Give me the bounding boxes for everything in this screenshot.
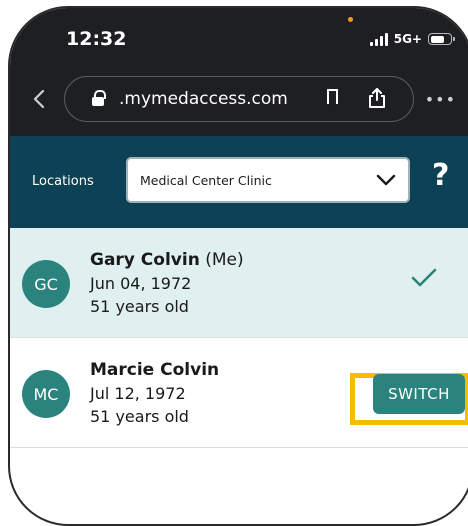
avatar: GC (22, 260, 70, 308)
address-bar[interactable]: .mymedaccess.com (64, 76, 414, 122)
checkmark-icon (411, 268, 437, 287)
lock-icon (91, 90, 107, 108)
privacy-indicator-dot (348, 17, 353, 22)
status-time: 12:32 (66, 28, 127, 50)
battery-icon (428, 33, 455, 45)
chevron-down-icon (376, 174, 396, 186)
phone-frame: 12:32 5G+ .mymedaccess.com ••• Locations… (8, 6, 468, 526)
help-icon[interactable]: ? (432, 158, 449, 193)
profile-age: 51 years old (90, 297, 189, 316)
profile-dob: Jul 12, 1972 (90, 384, 186, 403)
network-label: 5G+ (393, 32, 422, 46)
chevron-left-icon (33, 89, 45, 109)
profile-name: Gary Colvin (Me) (90, 250, 244, 270)
status-icons: 5G+ (369, 32, 455, 46)
profile-name: Marcie Colvin (90, 360, 220, 380)
browser-chrome: 12:32 5G+ .mymedaccess.com ••• (10, 8, 468, 136)
share-icon[interactable] (367, 87, 387, 109)
bookmark-icon[interactable] (327, 89, 338, 106)
profile-age: 51 years old (90, 407, 189, 426)
back-button[interactable] (28, 88, 50, 110)
locations-label: Locations (32, 174, 94, 189)
location-select[interactable]: Medical Center Clinic (126, 157, 410, 203)
url-text: .mymedaccess.com (119, 89, 288, 109)
profile-row: MC Marcie Colvin Jul 12, 1972 51 years o… (10, 338, 468, 448)
profile-row-active: GC Gary Colvin (Me) Jun 04, 1972 51 year… (10, 228, 468, 338)
avatar: MC (22, 370, 70, 418)
ellipsis-icon[interactable]: ••• (425, 90, 456, 109)
switch-button[interactable]: SWITCH (373, 374, 465, 414)
location-select-value: Medical Center Clinic (140, 173, 272, 188)
locations-bar: Locations Medical Center Clinic ? (10, 136, 468, 228)
signal-icon (369, 32, 388, 46)
profile-dob: Jun 04, 1972 (90, 274, 192, 293)
